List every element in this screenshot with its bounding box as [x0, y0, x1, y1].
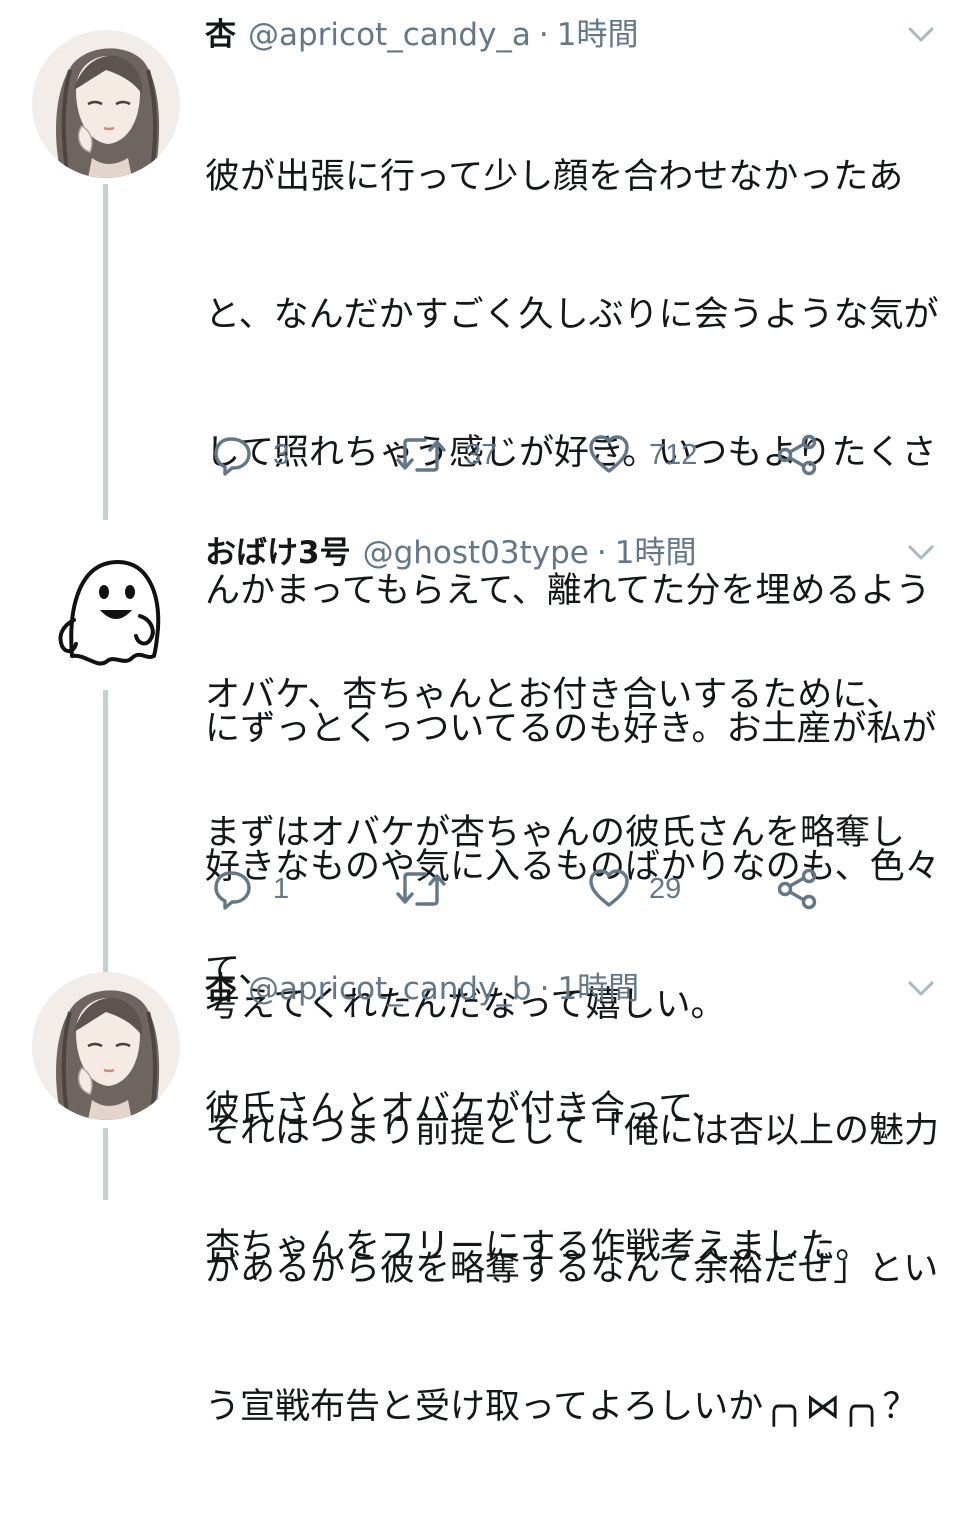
tweet-header: おばけ3号 @ghost03type · 1時間 [205, 530, 696, 576]
tweet[interactable]: 杏 @apricot_candy_a · 1時間 彼が出張に行って少し顔を合わせ… [0, 12, 966, 1025]
thread-line [103, 184, 108, 520]
tweet[interactable]: 杏 @apricot_candy_b · 1時間 それはつまり前提として「俺には… [0, 966, 966, 1427]
separator: · [538, 17, 549, 53]
tweet-text-line: まずはオバケが杏ちゃんの彼氏さんを略奪し [205, 813, 906, 853]
avatar[interactable] [32, 536, 180, 684]
ghost-avatar-icon [32, 536, 180, 684]
timestamp[interactable]: 1時間 [615, 530, 697, 576]
chevron-down-icon[interactable] [906, 22, 936, 46]
thread-line [103, 1128, 108, 1200]
timestamp[interactable]: 1時間 [557, 966, 639, 1012]
avatar[interactable] [32, 30, 180, 178]
separator: · [539, 971, 550, 1007]
share-button[interactable] [775, 430, 819, 480]
tweet-text-line: があるから彼を略奪するなんて余裕だぜ」とい [205, 1249, 939, 1289]
avatar[interactable] [32, 972, 180, 1120]
anime-girl-avatar-icon [32, 30, 180, 178]
tweet-actions: 1 29 [205, 864, 845, 914]
timestamp[interactable]: 1時間 [557, 12, 639, 58]
reply-icon [211, 433, 255, 477]
reply-count: 1 [273, 872, 290, 905]
reply-button[interactable]: 1 [211, 864, 289, 914]
user-handle[interactable]: @apricot_candy_a [248, 12, 531, 58]
reply-icon [211, 867, 255, 911]
reply-count: 3 [273, 438, 290, 471]
like-count: 712 [649, 438, 698, 471]
chevron-down-icon[interactable] [906, 540, 936, 564]
like-button[interactable]: 29 [587, 864, 681, 914]
like-button[interactable]: 712 [587, 430, 697, 480]
tweet-text: それはつまり前提として「俺には杏以上の魅力 があるから彼を略奪するなんて余裕だぜ… [205, 1016, 940, 1522]
tweet-text-line: う宣戦布告と受け取ってよろしいか╭╮⋈╭╮？ [205, 1387, 918, 1427]
retweet-button[interactable]: 37 [395, 430, 497, 480]
tweet-header: 杏 @apricot_candy_a · 1時間 [205, 12, 639, 58]
tweet-text-line: と、なんだかすごく久しぶりに会うような気が [205, 295, 939, 335]
retweet-button[interactable] [395, 864, 465, 914]
tweet-actions: 3 37 712 [205, 430, 845, 480]
like-count: 29 [649, 872, 682, 905]
like-icon [587, 433, 631, 477]
like-icon [587, 867, 631, 911]
tweet-header: 杏 @apricot_candy_b · 1時間 [205, 966, 639, 1012]
tweet-text-line: オバケ、杏ちゃんとお付き合いするために、 [205, 675, 902, 715]
tweet-text-line: それはつまり前提として「俺には杏以上の魅力 [205, 1111, 939, 1151]
separator: · [596, 535, 607, 571]
retweet-icon [395, 433, 447, 477]
user-handle[interactable]: @ghost03type [363, 530, 589, 576]
retweet-icon [395, 867, 447, 911]
user-handle[interactable]: @apricot_candy_b [248, 966, 532, 1012]
display-name[interactable]: おばけ3号 [205, 530, 351, 576]
retweet-count: 37 [465, 438, 498, 471]
thread-line [103, 690, 108, 980]
share-icon [775, 433, 819, 477]
tweet-text-line: 彼が出張に行って少し顔を合わせなかったあ [205, 157, 904, 197]
share-icon [775, 867, 819, 911]
reply-button[interactable]: 3 [211, 430, 289, 480]
share-button[interactable] [775, 864, 819, 914]
display-name[interactable]: 杏 [205, 12, 236, 58]
display-name[interactable]: 杏 [205, 966, 236, 1012]
chevron-down-icon[interactable] [906, 976, 936, 1000]
anime-girl-avatar-icon [32, 972, 180, 1120]
tweet[interactable]: おばけ3号 @ghost03type · 1時間 オバケ、杏ちゃんとお付き合いす… [0, 530, 966, 1267]
